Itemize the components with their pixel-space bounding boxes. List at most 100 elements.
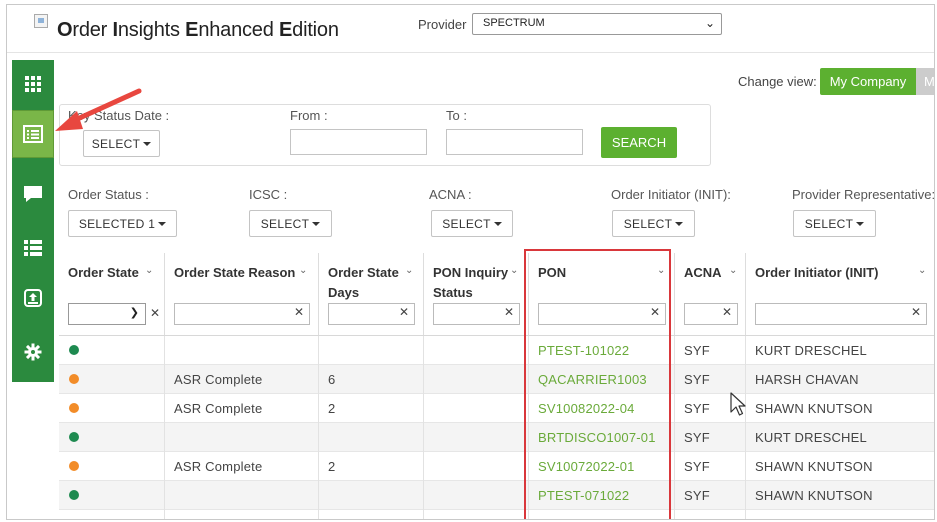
order-initiator-cell: KURT DRESCHEL — [755, 430, 867, 445]
filter-label-acna: ACNA : — [429, 187, 472, 202]
key-status-date-label: Key Status Date : — [68, 108, 170, 123]
pon-inquiry-status-filter-input[interactable]: ✕ — [433, 303, 520, 325]
order-state-reason-cell: ASR Complete — [165, 510, 319, 519]
chevron-down-icon: ⌄ — [729, 265, 738, 276]
from-date-input[interactable] — [290, 129, 427, 155]
clear-filter-icon[interactable]: ✕ — [294, 305, 304, 319]
caret-down-icon — [158, 221, 167, 226]
status-dot-icon — [69, 519, 79, 520]
view-other-button[interactable]: My — [916, 68, 934, 95]
pon-link[interactable]: QACARRIER1003 — [529, 365, 675, 394]
acna-select[interactable]: SELECT — [431, 210, 513, 237]
column-header-acna[interactable]: ACNA ⌄ ✕ — [675, 253, 746, 335]
chevron-down-icon: ⌄ — [299, 265, 308, 276]
table-row[interactable]: PTEST-071022 SYF SHAWN KNUTSON — [59, 481, 934, 510]
status-dot-icon — [69, 432, 79, 442]
clear-filter-icon[interactable]: ✕ — [399, 305, 409, 319]
clear-filter-icon[interactable]: ✕ — [722, 305, 732, 319]
view-my-company-button[interactable]: My Company — [820, 68, 916, 95]
to-date-input[interactable] — [446, 129, 583, 155]
status-dot-icon — [69, 374, 79, 384]
change-view-label: Change view: — [738, 74, 817, 89]
filter-label-provider-representative: Provider Representative: — [792, 187, 935, 202]
filter-label-order-initiator: Order Initiator (INIT): — [611, 187, 731, 202]
sidebar-item-settings[interactable] — [12, 328, 54, 376]
table-row[interactable]: ASR Complete 6 QACARRIER1003 SYF HARSH CHAVA… — [59, 365, 934, 394]
clear-filter-icon[interactable]: ✕ — [911, 305, 921, 319]
order-state-reason-cell: ASR Complete — [165, 365, 319, 394]
sidebar-item-upload[interactable] — [12, 274, 54, 322]
order-state-cell — [59, 336, 165, 365]
chevron-down-icon: ⌄ — [918, 265, 927, 276]
sidebar-item-messages[interactable] — [12, 170, 54, 218]
column-title: Order State Reason — [174, 265, 296, 280]
caret-down-icon — [312, 221, 321, 226]
pon-link[interactable]: BRTDISCO1007-01 — [529, 423, 675, 452]
order-initiator-filter-input[interactable]: ✕ — [755, 303, 927, 325]
icsc-select[interactable]: SELECT — [249, 210, 332, 237]
pon-inquiry-status-cell — [424, 510, 529, 519]
provider-representative-select-value: SELECT — [804, 216, 854, 231]
order-initiator-cell: SHAWN KNUTSON — [746, 510, 934, 519]
caret-down-icon — [856, 221, 865, 226]
column-header-pon-inquiry-status[interactable]: PON Inquiry Status ⌄ ✕ — [424, 253, 529, 335]
order-state-days-cell — [319, 336, 424, 365]
order-state-reason-filter-input[interactable]: ✕ — [174, 303, 310, 325]
order-initiator-cell: SHAWN KNUTSON — [755, 459, 873, 474]
list-icon — [23, 125, 43, 143]
order-state-filter-select[interactable]: ❯ — [68, 303, 146, 325]
column-title: Order Initiator (INIT) — [755, 265, 879, 280]
to-label: To : — [446, 108, 467, 123]
clear-filter-icon[interactable]: ✕ — [650, 305, 660, 319]
order-state-days-filter-input[interactable]: ✕ — [328, 303, 415, 325]
status-dot-icon — [69, 461, 79, 471]
table-row[interactable]: ASR Complete2 PTCA061022-T4-2SYFSHAWN KNU… — [59, 510, 934, 520]
column-header-order-initiator[interactable]: Order Initiator (INIT) ⌄ ✕ — [746, 253, 934, 335]
pon-link[interactable]: PTEST-071022 — [529, 481, 675, 510]
pon-link[interactable]: SV10082022-04 — [529, 394, 675, 423]
key-status-date-select[interactable]: SELECT — [83, 130, 160, 157]
column-header-pon[interactable]: PON ⌄ ✕ — [529, 253, 675, 335]
order-initiator-select[interactable]: SELECT — [612, 210, 695, 237]
table-list-icon — [24, 240, 42, 256]
pon-inquiry-status-cell — [424, 394, 529, 423]
order-state-days-cell — [319, 423, 424, 452]
table-row[interactable]: ASR Complete 2 SV10082022-04 SYF SHAWN KNUTS… — [59, 394, 934, 423]
order-state-cell — [59, 365, 165, 394]
column-title: ACNA — [684, 265, 722, 280]
table-row[interactable]: PTEST-101022 SYF KURT DRESCHEL — [59, 336, 934, 365]
filter-label-order-status: Order Status : — [68, 187, 149, 202]
clear-filter-icon[interactable]: ✕ — [150, 306, 160, 320]
pon-link[interactable]: PTCA061022-T4-2 — [529, 510, 675, 519]
acna-filter-input[interactable]: ✕ — [684, 303, 738, 325]
column-header-order-state-days[interactable]: Order State Days ⌄ ✕ — [319, 253, 424, 335]
acna-select-value: SELECT — [442, 216, 491, 231]
order-state-days-cell: 2 — [319, 394, 424, 423]
pon-link[interactable]: PTEST-101022 — [529, 336, 675, 365]
search-button[interactable]: SEARCH — [601, 127, 677, 158]
table-row[interactable]: ASR Complete 2 SV10072022-01 SYF SHAWN KNUTS… — [59, 452, 934, 481]
caret-down-icon — [493, 221, 502, 226]
order-state-days-cell: 2 — [319, 452, 424, 481]
clear-filter-icon[interactable]: ✕ — [504, 305, 514, 319]
column-header-order-state-reason[interactable]: Order State Reason ⌄ ✕ — [165, 253, 319, 335]
caret-down-icon — [675, 221, 684, 226]
sidebar-item-orders[interactable] — [12, 110, 54, 158]
pon-link[interactable]: SV10072022-01 — [529, 452, 675, 481]
order-initiator-cell: KURT DRESCHEL — [755, 343, 867, 358]
order-state-days-cell — [319, 481, 424, 510]
sidebar-item-reports[interactable] — [12, 224, 54, 272]
sidebar-item-dashboard[interactable] — [12, 60, 54, 108]
acna-cell: SYF — [675, 394, 746, 423]
provider-representative-select[interactable]: SELECT — [793, 210, 876, 237]
order-status-select[interactable]: SELECTED 1 — [68, 210, 177, 237]
column-header-order-state[interactable]: Order State ⌄ ❯ ✕ — [59, 253, 165, 335]
pon-inquiry-status-cell — [424, 365, 529, 394]
order-state-reason-cell: ASR Complete — [165, 452, 319, 481]
icsc-select-value: SELECT — [260, 216, 310, 231]
table-row[interactable]: BRTDISCO1007-01 SYF KURT DRESCHEL — [59, 423, 934, 452]
provider-select[interactable]: SPECTRUM ⌄ — [472, 13, 722, 35]
pon-filter-input[interactable]: ✕ — [538, 303, 666, 325]
acna-cell: SYF — [675, 423, 746, 452]
status-dot-icon — [69, 345, 79, 355]
